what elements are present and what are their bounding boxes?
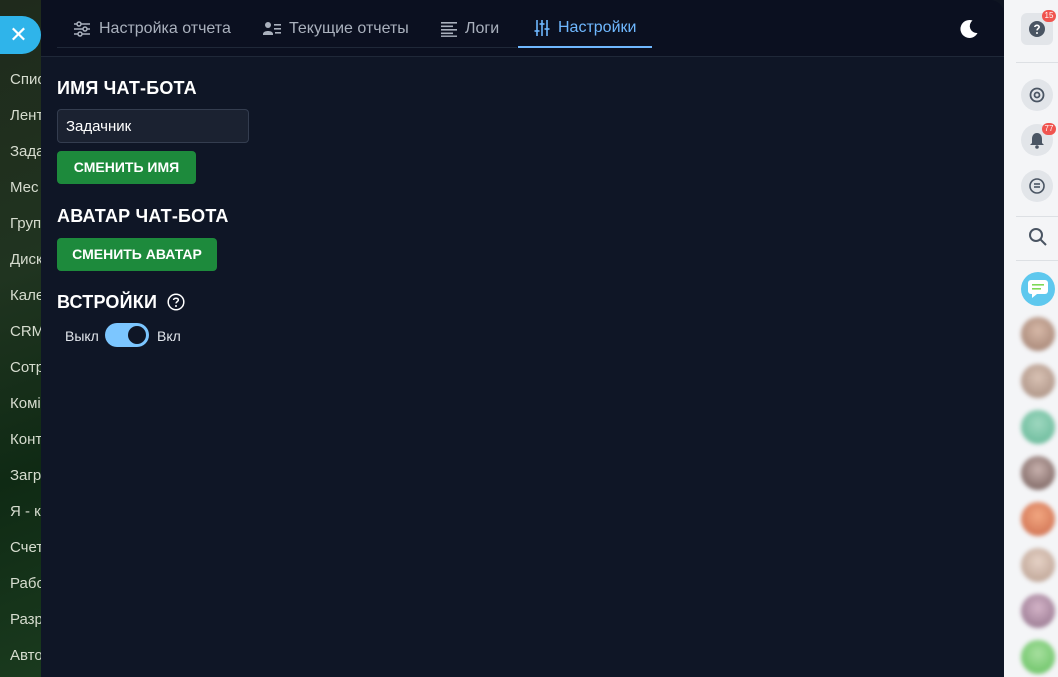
settings-panel: Настройка отчета Текущие отчеты Логи Нас… [41,0,1004,677]
bot-name-input[interactable] [57,109,249,143]
theme-toggle-button[interactable] [957,17,981,41]
sidebar-divider [1016,216,1058,217]
help-circle-icon[interactable] [167,293,185,311]
background-menu-item[interactable]: Зада [10,142,41,162]
background-menu-item[interactable]: Конт [10,430,41,450]
chat-bubble-icon [1028,280,1048,298]
background-menu-item[interactable]: Диск [10,250,41,270]
avatar[interactable] [1021,594,1055,628]
settings-sliders-icon [534,19,550,36]
avatar[interactable] [1021,502,1055,536]
close-icon: ✕ [9,22,28,47]
chat-search-icon [1029,178,1045,194]
refresh-icon [1029,87,1045,103]
background-menu-item[interactable]: Мес [10,178,41,198]
help-badge: 15 [1042,10,1056,22]
embeds-title: ВСТРОЙКИ [57,292,158,312]
avatar[interactable] [1021,317,1055,351]
refresh-button[interactable] [1021,79,1053,111]
background-menu-item[interactable]: Разр [10,610,41,630]
change-name-button[interactable]: СМЕНИТЬ ИМЯ [57,151,196,184]
tab-label: Текущие отчеты [289,19,409,37]
tab-label: Логи [465,19,500,37]
sidebar-divider [1016,260,1058,261]
embeds-toggle[interactable] [105,323,149,347]
chat-bot-avatar[interactable] [1021,272,1055,306]
search-button[interactable] [1028,227,1050,249]
background-menu-item[interactable]: Сотр [10,358,41,378]
background-menu-item[interactable]: Комі [10,394,41,414]
avatar[interactable] [1021,640,1055,674]
right-sidebar: 15 77 [1004,0,1058,677]
background-menu-item[interactable]: Кале [10,286,41,306]
tab-current-reports[interactable]: Текущие отчеты [247,9,425,48]
tab-label: Настройки [558,18,637,36]
background-menu: Спис Лент Зада Мес Груп Диск Кале CRM Со… [0,0,41,677]
tab-bar: Настройка отчета Текущие отчеты Логи Нас… [41,0,1004,57]
toggle-knob [128,326,146,344]
avatar[interactable] [1021,456,1055,490]
bot-name-title: ИМЯ ЧАТ-БОТА [57,78,197,98]
notifications-badge: 77 [1042,123,1056,135]
background-menu-item[interactable]: Груп [10,214,41,234]
background-menu-item[interactable]: Спис [10,70,41,90]
tab-settings[interactable]: Настройки [518,9,653,48]
background-menu-item[interactable]: Я - к [10,502,41,522]
bot-avatar-title: АВАТАР ЧАТ-БОТА [57,206,229,226]
tab-report-settings[interactable]: Настройка отчета [57,9,247,48]
close-panel-button[interactable]: ✕ [0,16,41,54]
background-menu-item[interactable]: Счет [10,538,41,558]
sidebar-divider [1016,62,1058,63]
help-icon [1029,21,1045,37]
avatar[interactable] [1021,410,1055,444]
user-list-icon [263,21,281,35]
background-menu-item[interactable]: Авто [10,646,41,666]
background-menu-item[interactable]: Загр [10,466,41,486]
tab-logs[interactable]: Логи [425,9,515,48]
background-menu-item[interactable]: CRM [10,322,41,342]
search-icon [1029,228,1047,246]
toggle-on-label: Вкл [157,328,181,344]
avatar[interactable] [1021,364,1055,398]
log-lines-icon [441,21,457,37]
bell-icon [1030,132,1044,149]
background-menu-item[interactable]: Лент [10,106,41,126]
background-menu-item[interactable]: Рабо [10,574,41,594]
moon-icon [960,19,978,38]
chat-search-button[interactable] [1021,170,1053,202]
change-avatar-button[interactable]: СМЕНИТЬ АВАТАР [57,238,217,271]
sliders-icon [74,20,90,37]
toggle-off-label: Выкл [65,328,99,344]
tab-label: Настройка отчета [99,19,231,37]
avatar[interactable] [1021,548,1055,582]
